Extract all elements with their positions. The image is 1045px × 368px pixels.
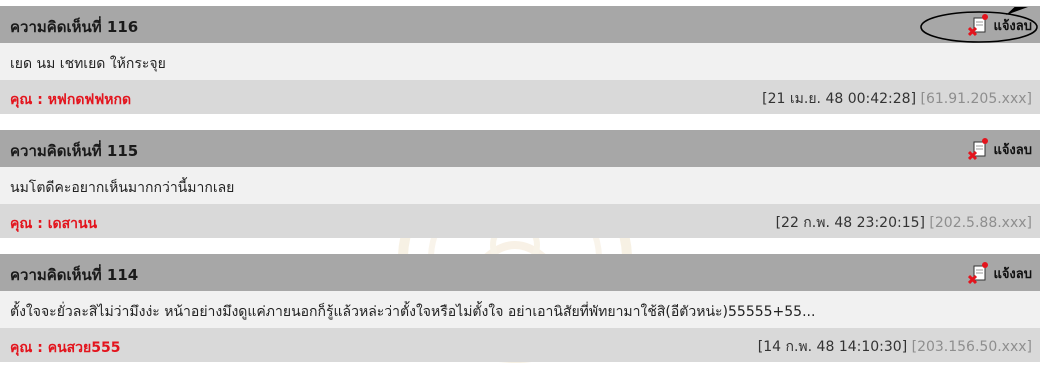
report-delete-button[interactable]: แจ้งลบ bbox=[968, 12, 1032, 38]
author-prefix: คุณ : bbox=[10, 216, 48, 232]
comment-ip: [203.156.50.xxx] bbox=[911, 339, 1032, 355]
comment-body: นมโตดีคะอยากเห็นมากกว่านี้มากเลย bbox=[0, 167, 1040, 204]
comments-page: ความคิดเห็นที่ 116 แจ้งลบ เยด นม เชทเยด … bbox=[0, 0, 1045, 368]
comment-header: ความคิดเห็นที่ 114 แจ้งลบ bbox=[0, 254, 1040, 291]
comment-footer: คุณ : คนสวย555 [14 ก.พ. 48 14:10:30] [20… bbox=[0, 328, 1040, 362]
comment-ip: [202.5.88.xxx] bbox=[929, 215, 1032, 231]
report-delete-button[interactable]: แจ้งลบ bbox=[968, 260, 1032, 286]
comment-footer: คุณ : หฟกดฟฟหกด [21 เม.ย. 48 00:42:28] [… bbox=[0, 80, 1040, 114]
author-name: หฟกดฟฟหกด bbox=[47, 92, 132, 108]
comment-author: คุณ : คนสวย555 bbox=[10, 337, 120, 359]
report-delete-icon bbox=[968, 138, 989, 161]
comment-author: คุณ : หฟกดฟฟหกด bbox=[10, 89, 131, 111]
comment-title: ความคิดเห็นที่ 114 bbox=[10, 266, 139, 284]
report-delete-label: แจ้งลบ bbox=[993, 266, 1032, 282]
author-name: คนสวย555 bbox=[47, 340, 121, 356]
comment-author: คุณ : เดสานน bbox=[10, 213, 97, 235]
comment-text: เยด นม เชทเยด ให้กระจุย bbox=[10, 56, 166, 72]
author-name: เดสานน bbox=[47, 216, 98, 232]
comment-meta: [22 ก.พ. 48 23:20:15] [202.5.88.xxx] bbox=[776, 212, 1032, 234]
comment-datetime: [22 ก.พ. 48 23:20:15] bbox=[775, 215, 925, 231]
comment-meta: [14 ก.พ. 48 14:10:30] [203.156.50.xxx] bbox=[758, 336, 1032, 358]
report-delete-button[interactable]: แจ้งลบ bbox=[968, 136, 1032, 162]
comment-datetime: [14 ก.พ. 48 14:10:30] bbox=[757, 339, 908, 355]
report-delete-icon bbox=[968, 262, 989, 285]
comment-meta: [21 เม.ย. 48 00:42:28] [61.91.205.xxx] bbox=[762, 88, 1032, 110]
comment-datetime: [21 เม.ย. 48 00:42:28] bbox=[762, 91, 917, 107]
comment-body: ตั้งใจจะยั่วละสิไม่ว่ามึงง่ะ หน้าอย่างมึ… bbox=[0, 291, 1040, 328]
comment-header: ความคิดเห็นที่ 116 แจ้งลบ bbox=[0, 6, 1040, 43]
report-delete-label: แจ้งลบ bbox=[993, 142, 1032, 158]
report-delete-icon bbox=[968, 14, 989, 37]
comment-text: ตั้งใจจะยั่วละสิไม่ว่ามึงง่ะ หน้าอย่างมึ… bbox=[10, 304, 816, 320]
author-prefix: คุณ : bbox=[10, 340, 48, 356]
comment-title: ความคิดเห็นที่ 115 bbox=[10, 142, 139, 160]
comment-footer: คุณ : เดสานน [22 ก.พ. 48 23:20:15] [202.… bbox=[0, 204, 1040, 238]
comment-body: เยด นม เชทเยด ให้กระจุย bbox=[0, 43, 1040, 80]
author-prefix: คุณ : bbox=[10, 92, 48, 108]
comment-ip: [61.91.205.xxx] bbox=[920, 91, 1032, 107]
comment-title: ความคิดเห็นที่ 116 bbox=[10, 18, 139, 36]
report-delete-label: แจ้งลบ bbox=[993, 18, 1032, 34]
comment-header: ความคิดเห็นที่ 115 แจ้งลบ bbox=[0, 130, 1040, 167]
comment-text: นมโตดีคะอยากเห็นมากกว่านี้มากเลย bbox=[10, 180, 235, 196]
